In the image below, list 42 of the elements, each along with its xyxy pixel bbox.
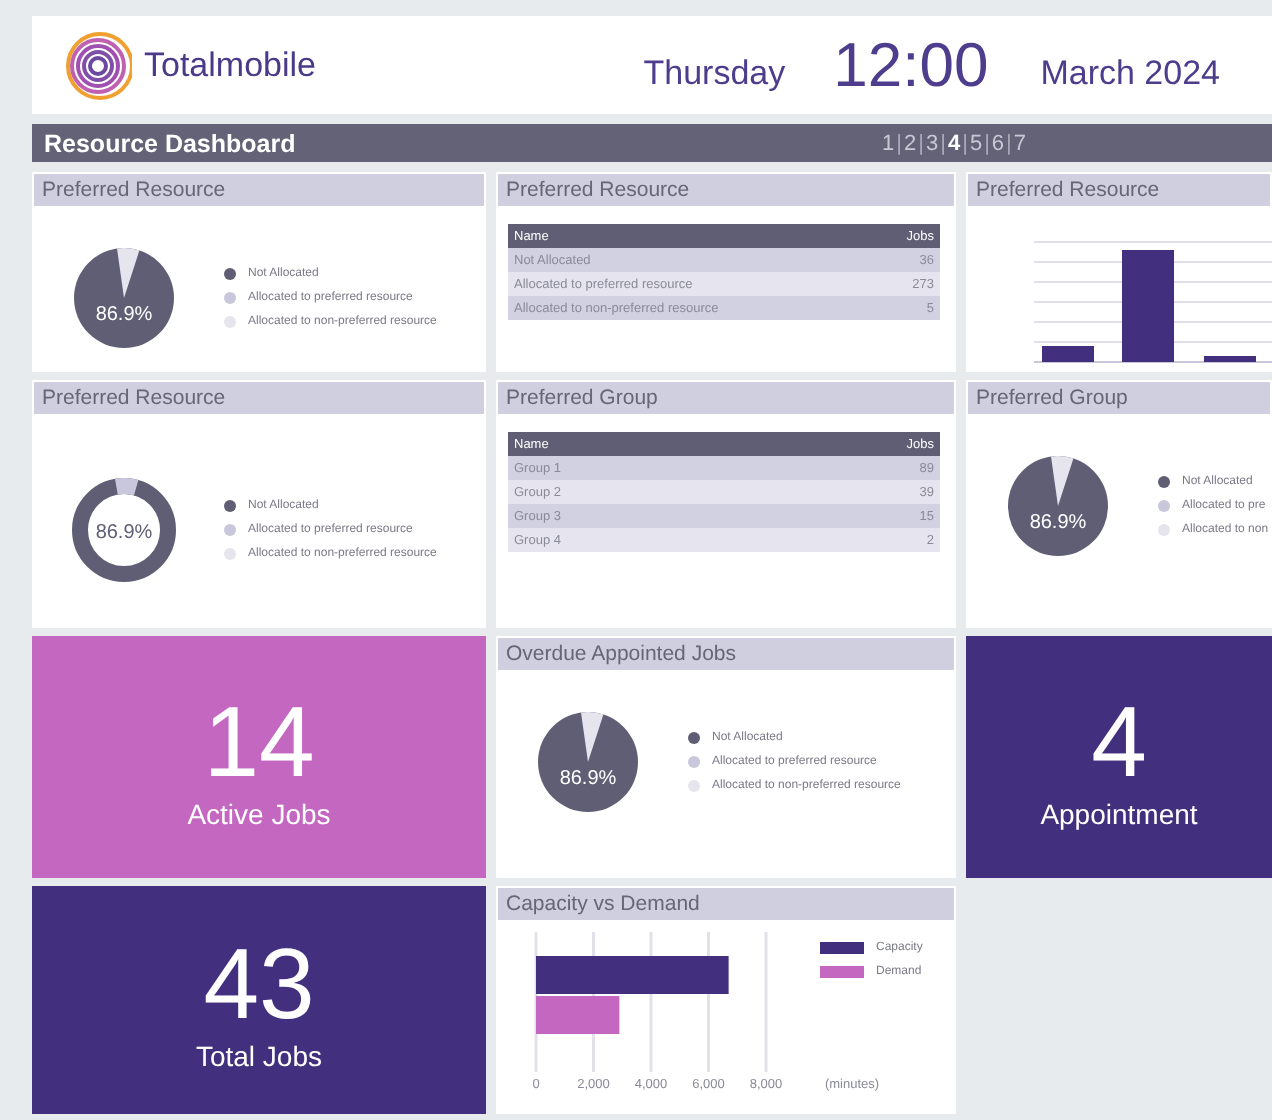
stat-value: 4 xyxy=(1091,685,1147,797)
stat-label: Active Jobs xyxy=(187,797,331,829)
page-separator: | xyxy=(896,131,902,155)
card-title: Overdue Appointed Jobs xyxy=(498,638,954,670)
clock-time: 12:00 xyxy=(833,29,989,101)
pie-chart-drawing xyxy=(538,711,638,812)
page-link[interactable]: 6 xyxy=(989,131,1007,155)
stat-value: 14 xyxy=(203,685,315,797)
page-link[interactable]: 7 xyxy=(1011,131,1029,155)
page-link[interactable]: 3 xyxy=(923,131,941,155)
percent-label: 86.9% xyxy=(559,768,617,790)
stat-value: 43 xyxy=(203,928,315,1040)
card-title: Capacity vs Demand xyxy=(498,888,954,920)
page-separator: | xyxy=(918,131,924,155)
card-title: Preferred Resource xyxy=(498,174,954,206)
weekday-label: Thursday xyxy=(643,53,786,93)
pie-chart-drawing xyxy=(74,247,174,348)
card-title: Preferred Group xyxy=(498,382,954,414)
page-link[interactable]: 4 xyxy=(945,131,963,155)
grid-line xyxy=(534,932,538,1072)
card-title: Preferred Resource xyxy=(34,382,484,414)
card-title: Preferred Resource xyxy=(968,174,1270,206)
stat-label: Appointment xyxy=(1040,797,1198,829)
page-separator: | xyxy=(984,131,990,155)
page-link[interactable]: 2 xyxy=(901,131,919,155)
brand-name: Totalmobile xyxy=(144,45,316,85)
page-link[interactable]: 5 xyxy=(967,131,985,155)
dashboard-title: Resource Dashboard xyxy=(44,129,298,157)
stat-label: Total Jobs xyxy=(195,1040,323,1072)
percent-label: 86.9% xyxy=(95,522,153,544)
pie-chart-drawing xyxy=(1008,455,1108,556)
page-separator: | xyxy=(940,131,946,155)
month-label: March 2024 xyxy=(1040,53,1220,93)
percent-label: 86.9% xyxy=(95,304,153,326)
page-link[interactable]: 1 xyxy=(880,131,897,155)
donut-chart-drawing xyxy=(72,478,176,582)
page-separator: | xyxy=(962,131,968,155)
logo-icon xyxy=(64,31,132,99)
card-title: Preferred Resource xyxy=(34,174,484,206)
page-separator: | xyxy=(1006,131,1012,155)
card-title: Preferred Group xyxy=(968,382,1270,414)
percent-label: 86.9% xyxy=(1029,512,1087,534)
